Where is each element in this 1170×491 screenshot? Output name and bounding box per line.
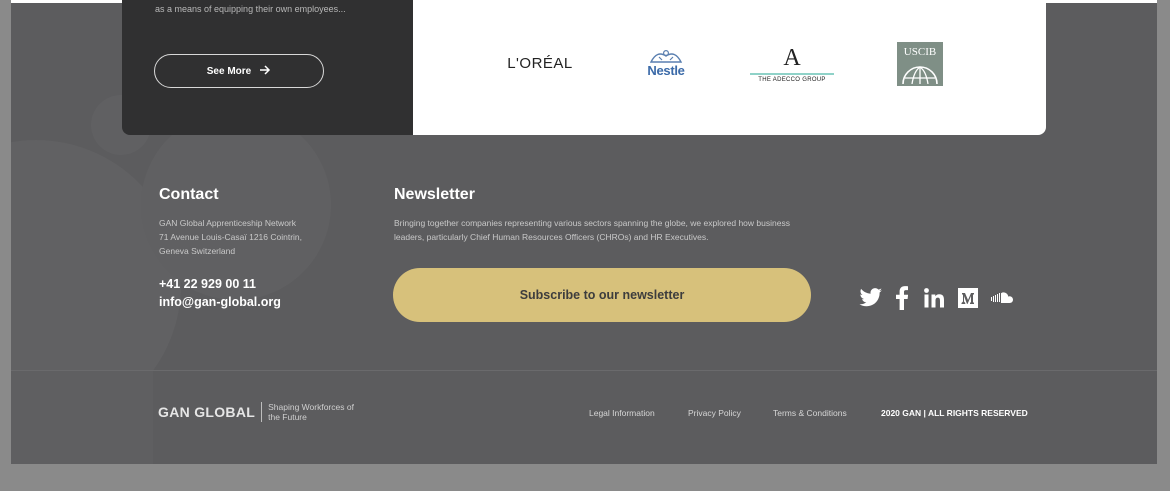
linkedin-icon[interactable] xyxy=(923,288,945,308)
decorative-circle xyxy=(141,110,331,300)
adecco-logo[interactable]: A THE ADECCO GROUP xyxy=(749,42,835,86)
uscib-logo[interactable]: USCIB xyxy=(897,42,943,86)
adecco-logo-text: THE ADECCO GROUP xyxy=(758,76,826,83)
privacy-policy-link[interactable]: Privacy Policy xyxy=(688,408,741,418)
twitter-icon[interactable] xyxy=(859,288,883,308)
nestle-logo-text: Nestle xyxy=(647,62,685,78)
arrow-right-icon xyxy=(259,65,271,77)
adecco-a-icon: A xyxy=(783,44,801,71)
legal-information-link[interactable]: Legal Information xyxy=(589,408,655,418)
adecco-rule xyxy=(750,72,834,75)
brand-logo[interactable]: GAN GLOBAL Shaping Workforces of the Fut… xyxy=(158,402,358,422)
contact-address: GAN Global Apprenticeship Network 71 Ave… xyxy=(159,216,359,258)
nestle-bird-icon xyxy=(649,49,683,63)
newsletter-description: Bringing together companies representing… xyxy=(394,218,790,242)
loreal-logo[interactable]: L'ORÉAL xyxy=(505,52,575,74)
copyright-text: 2020 GAN | ALL RIGHTS RESERVED xyxy=(881,408,1028,418)
contact-heading: Contact xyxy=(159,186,219,203)
loreal-logo-text: L'ORÉAL xyxy=(507,54,573,72)
social-links xyxy=(859,284,1013,312)
brand-separator xyxy=(261,402,263,422)
footer-divider xyxy=(11,370,1157,371)
newsletter-heading: Newsletter xyxy=(394,186,475,203)
address-line: Geneva Switzerland xyxy=(159,246,236,256)
terms-conditions-link[interactable]: Terms & Conditions xyxy=(773,408,847,418)
partners-logos: L'ORÉAL Nestle A THE ADECCO GROUP USCIB xyxy=(413,0,1046,135)
subscribe-newsletter-button[interactable]: Subscribe to our newsletter xyxy=(393,268,811,322)
see-more-button[interactable]: See More xyxy=(154,54,324,88)
address-line: GAN Global Apprenticeship Network xyxy=(159,218,297,228)
address-line: 71 Avenue Louis-Casaï 1216 Cointrin, xyxy=(159,232,303,242)
medium-icon[interactable] xyxy=(958,288,978,308)
decorative-band xyxy=(11,370,153,464)
subscribe-label: Subscribe to our newsletter xyxy=(519,288,685,302)
card-description: as a means of equipping their own employ… xyxy=(155,4,346,14)
contact-phone-link[interactable]: +41 22 929 00 11 xyxy=(159,277,256,291)
contact-email-link[interactable]: info@gan-global.org xyxy=(159,295,281,309)
globe-icon xyxy=(902,66,938,84)
brand-tagline: Shaping Workforces of the Future xyxy=(268,402,354,422)
nestle-logo[interactable]: Nestle xyxy=(639,45,693,79)
brand-name: GAN GLOBAL xyxy=(158,404,256,420)
soundcloud-icon[interactable] xyxy=(991,292,1013,304)
facebook-icon[interactable] xyxy=(895,286,909,310)
partners-card-text: as a means of equipping their own employ… xyxy=(122,0,413,135)
uscib-logo-text: USCIB xyxy=(903,46,937,58)
footer-frame: as a means of equipping their own employ… xyxy=(11,0,1157,464)
see-more-label: See More xyxy=(206,65,252,77)
partners-card: as a means of equipping their own employ… xyxy=(122,0,1046,135)
